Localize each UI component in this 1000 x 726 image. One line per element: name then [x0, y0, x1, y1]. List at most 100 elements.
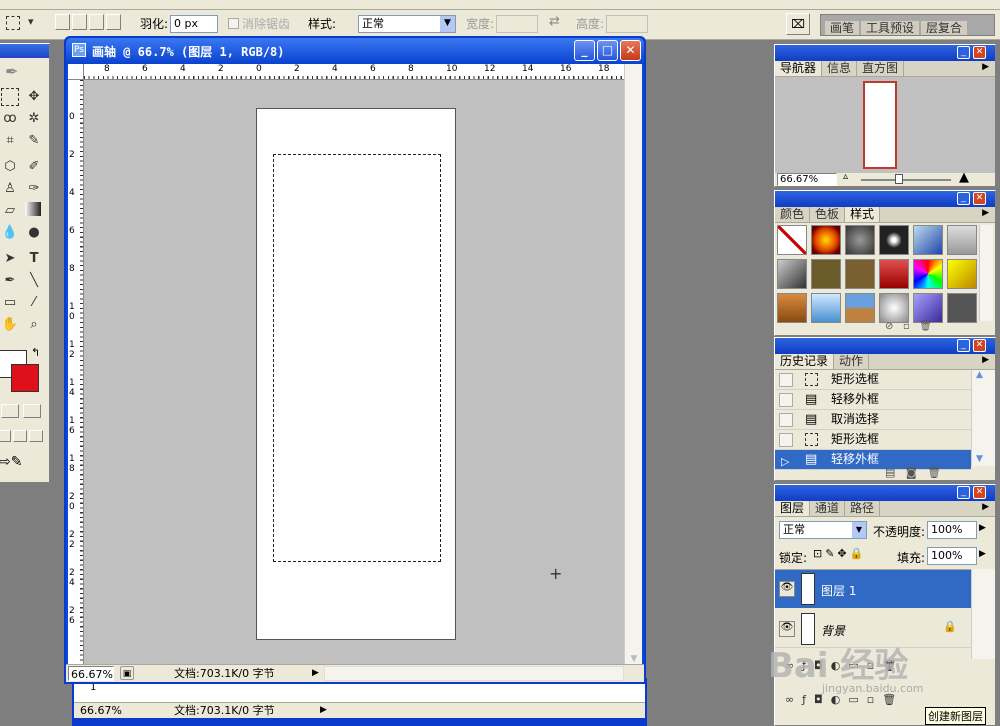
tab-styles[interactable]: 样式 — [845, 207, 881, 222]
zoom-slider-thumb[interactable] — [895, 174, 903, 184]
type-tool-icon[interactable]: T — [25, 250, 43, 268]
history-item[interactable]: 矩形选框 — [775, 430, 971, 450]
layers-title-bar[interactable]: _ ✕ — [775, 485, 995, 501]
history-item-selected[interactable]: ▷ ▤ 轻移外框 — [775, 450, 971, 470]
style-swatch-none[interactable] — [777, 225, 807, 255]
history-snapshot-box[interactable] — [779, 393, 793, 407]
minimize-button[interactable]: _ — [574, 40, 595, 61]
layers-scrollbar[interactable] — [971, 569, 995, 659]
screen-mode-standard-button[interactable] — [0, 430, 11, 442]
hand-tool-icon[interactable]: ✋ — [1, 316, 19, 334]
eraser-tool-icon[interactable]: ▱ — [1, 202, 19, 220]
layer-style-icon[interactable]: ƒ — [802, 693, 814, 706]
blur-tool-icon[interactable]: 💧 — [1, 224, 19, 242]
styles-title-bar[interactable]: _ ✕ — [775, 191, 995, 207]
zoom-in-icon[interactable]: ▲ — [959, 170, 969, 185]
selection-marquee[interactable] — [273, 154, 441, 562]
swap-colors-icon[interactable]: ↰ — [31, 346, 40, 359]
line-tool-icon[interactable]: ╲ — [25, 272, 43, 290]
background-doc-zoom[interactable]: 66.67% — [80, 703, 122, 718]
eye-icon[interactable]: 👁 — [779, 621, 795, 637]
new-document-from-state-icon[interactable]: ▤ — [885, 466, 895, 479]
ruler-origin[interactable] — [68, 64, 84, 80]
path-selection-tool-icon[interactable]: ➤ — [1, 250, 19, 268]
notes-tool-icon[interactable]: ▭ — [1, 294, 19, 312]
jump-to-imageready-icon[interactable]: ⇨✎ — [0, 454, 22, 470]
style-swatch[interactable] — [777, 259, 807, 289]
rect-marquee-tool-icon[interactable] — [1, 88, 19, 106]
history-item[interactable]: ▤ 取消选择 — [775, 410, 971, 430]
pen-tool-icon[interactable]: ✒ — [1, 272, 19, 290]
link-layers-icon[interactable]: ∞ — [785, 693, 802, 706]
vertical-ruler[interactable]: 0 2 4 6 8 10 12 14 16 18 20 22 24 26 — [68, 80, 84, 670]
layer-name[interactable]: 图层 1 — [821, 582, 856, 599]
trash-icon[interactable]: 🗑 — [927, 466, 941, 479]
new-style-icon[interactable]: ▫ — [903, 321, 910, 332]
style-swatch[interactable] — [947, 225, 977, 255]
panel-close-icon[interactable]: ✕ — [973, 192, 986, 205]
scroll-up-icon[interactable]: ▲ — [976, 370, 983, 380]
scroll-down-icon[interactable]: ▼ — [976, 454, 983, 464]
style-swatch[interactable] — [845, 293, 875, 323]
background-doc-info-arrow-icon[interactable]: ▶ — [320, 703, 327, 718]
style-swatch[interactable] — [913, 293, 943, 323]
subtract-selection-button[interactable] — [89, 14, 104, 30]
eyedropper-tool-icon[interactable]: ⁄ — [25, 294, 43, 312]
tab-actions[interactable]: 动作 — [834, 354, 870, 369]
move-tool-icon[interactable]: ✥ — [25, 88, 43, 106]
styles-scrollbar[interactable] — [979, 225, 993, 321]
standard-mode-button[interactable] — [1, 404, 19, 418]
style-swatch[interactable] — [811, 259, 841, 289]
tab-layers[interactable]: 图层 — [775, 501, 811, 516]
quick-mask-button[interactable] — [23, 404, 41, 418]
add-selection-button[interactable] — [72, 14, 87, 30]
palette-tab-tool-presets[interactable]: 工具预设 — [861, 21, 921, 35]
style-swatch[interactable] — [913, 259, 943, 289]
history-title-bar[interactable]: _ ✕ — [775, 338, 995, 354]
maximize-button[interactable]: □ — [597, 40, 618, 61]
slice-tool-icon[interactable]: ✎ — [25, 132, 43, 150]
panel-minimize-icon[interactable]: _ — [957, 192, 970, 205]
navigator-zoom-field[interactable]: 66.67% — [777, 173, 837, 186]
panel-menu-icon[interactable]: ▶ — [982, 208, 989, 218]
document-canvas[interactable] — [256, 108, 456, 640]
status-preview-icon[interactable]: ▣ — [120, 666, 134, 680]
crop-tool-icon[interactable]: ⌗ — [1, 132, 19, 150]
style-swatch[interactable] — [879, 259, 909, 289]
anti-alias-checkbox[interactable] — [228, 18, 239, 29]
clear-style-icon[interactable]: ⊘ — [885, 321, 893, 332]
panel-menu-icon[interactable]: ▶ — [982, 62, 989, 72]
horizontal-ruler[interactable]: 8 6 4 2 0 2 4 6 8 10 12 14 16 18 — [84, 64, 624, 80]
tab-channels[interactable]: 通道 — [810, 501, 846, 516]
tab-history[interactable]: 历史记录 — [775, 354, 835, 369]
feather-input[interactable]: 0 px — [170, 15, 218, 33]
palette-tab-layer-comps[interactable]: 层复合 — [921, 21, 969, 35]
panel-minimize-icon[interactable]: _ — [957, 486, 970, 499]
trash-icon[interactable]: 🗑 — [919, 321, 932, 332]
fill-slider-arrow-icon[interactable]: ▶ — [979, 549, 986, 559]
panel-close-icon[interactable]: ✕ — [973, 339, 986, 352]
navigator-preview[interactable] — [775, 77, 995, 173]
zoom-field[interactable]: 66.67% — [68, 666, 114, 681]
tab-info[interactable]: 信息 — [822, 61, 858, 76]
marquee-tool-icon[interactable] — [6, 16, 20, 30]
clone-stamp-tool-icon[interactable]: ♙ — [1, 180, 19, 198]
history-snapshot-box[interactable] — [779, 433, 793, 447]
close-button[interactable]: ✕ — [620, 40, 641, 61]
style-swatch[interactable] — [811, 225, 841, 255]
dodge-tool-icon[interactable]: ● — [25, 224, 43, 242]
style-select[interactable]: 正常 ▼ — [358, 15, 456, 33]
history-item[interactable]: 矩形选框 — [775, 370, 971, 390]
history-brush-tool-icon[interactable]: ✑ — [25, 180, 43, 198]
layer-row-selected[interactable]: 👁 图层 1 — [775, 570, 971, 608]
navigator-view-box[interactable] — [863, 81, 897, 169]
tab-histogram[interactable]: 直方图 — [857, 61, 905, 76]
opacity-input[interactable]: 100% — [927, 521, 977, 539]
panel-close-icon[interactable]: ✕ — [973, 46, 986, 59]
style-swatch[interactable] — [845, 225, 875, 255]
style-swatch[interactable] — [913, 225, 943, 255]
tab-swatches[interactable]: 色板 — [810, 207, 846, 222]
history-scrollbar[interactable]: ▲ ▼ — [971, 370, 995, 466]
height-input[interactable] — [606, 15, 648, 33]
style-swatch[interactable] — [845, 259, 875, 289]
